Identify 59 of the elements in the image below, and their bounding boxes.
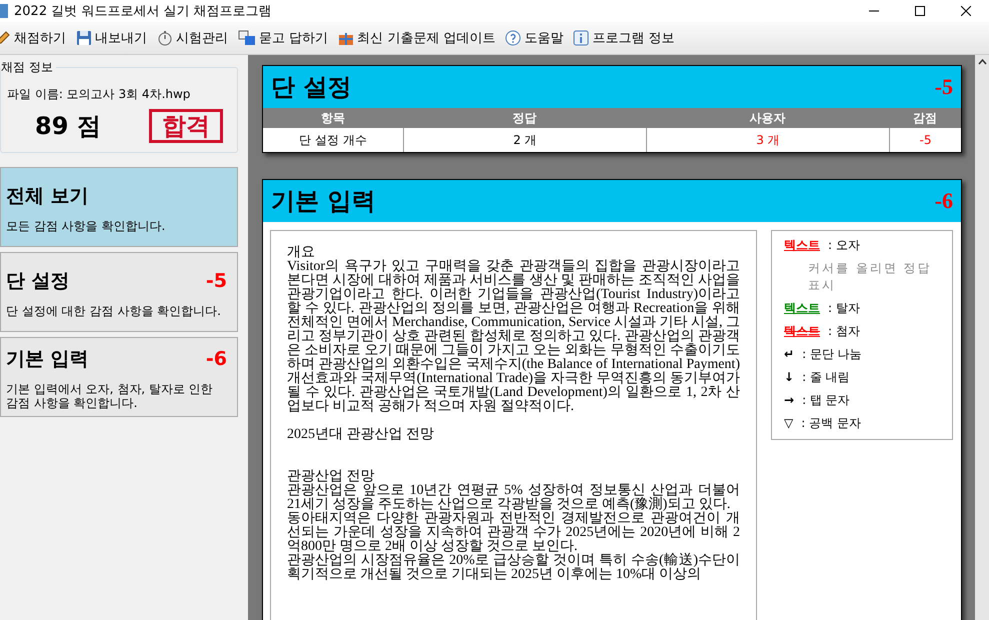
legend-label: : 첨자 [828, 323, 860, 340]
legend-label: : 줄 내림 [802, 369, 850, 386]
column-header: 항목 [263, 108, 403, 128]
document-paragraph: 동아태지역은 다양한 관광자원과 전반적인 경제발전으로 관광여건이 개선되는 가운데 성장을 지속하여 관광객 수가 2025년에는 2020년에 비해 2억800만 명으로 2배 이상 성장할 것으로 보인다. [287, 512, 740, 554]
legend-label: : 탭 문자 [802, 392, 850, 409]
document-paragraph: 개요 [287, 246, 315, 260]
legend-sample: 텍스트 [784, 237, 820, 254]
toolbar-button[interactable]: 시험관리 [157, 29, 228, 47]
legend-sample: 텍스트 [784, 300, 820, 317]
window-title: 2022 길벗 워드프로세서 실기 채점프로그램 [14, 3, 273, 20]
chat-icon [238, 30, 256, 46]
table-cell: 2 개 [403, 128, 646, 152]
nav-item[interactable]: 전체 보기 모든 감점 사항을 확인합니다. [0, 167, 238, 247]
toolbar-button[interactable]: 내보내기 [76, 29, 147, 47]
table-cell: -5 [889, 128, 961, 152]
table-cell-text: 단 설정 개수 [298, 132, 368, 149]
document-paragraph: 관광산업은 앞으로 10년간 연평균 5% 성장하여 정보통신 산업과 더불어 21세기 성장을 주도하는 산업으로 각광받을 것으로 예측(豫測)되고 있다. [287, 484, 740, 512]
legend-sample: ▽ [784, 416, 794, 430]
pass-stamp: 합격 [149, 109, 223, 143]
column-header: 감점 [889, 108, 961, 128]
legend-label: : 문단 나눔 [802, 346, 862, 363]
legend-label: : 탈자 [828, 300, 860, 317]
document-paragraph: 관광산업의 시장점유율은 20%로 급상승할 것이며 특히 수송(輸送)수단이 획기적으로 개선될 것으로 기대되는 2025년 이후에는 10%대 이상의 [287, 554, 740, 582]
group-title: 채점 정보 [1, 59, 56, 76]
toolbar-button[interactable]: 최신 기출문제 업데이트 [338, 29, 496, 47]
gift-icon [338, 30, 354, 46]
close-icon[interactable] [961, 6, 971, 16]
deduction-score: -5 [934, 74, 953, 100]
legend-sample: ↓ [784, 370, 794, 384]
legend-label: : 오자 [828, 237, 860, 254]
column-header: 사용자 [646, 108, 889, 128]
document-paragraph: Visitor의 욕구가 있고 구매력을 갖춘 관광객들의 집합을 관광시장이라고 본다면 시장에 대하여 제품과 서비스를 생산 및 판매하는 조직적인 사업을 관광기업이라고 한다. 이러한 기업들을 관광산업(Tourist Industry)이라고 할 수 있다. 관광산업의 정의를 보면, 관광산업은 여행과 Recreation을 위해 전체적인 면에서 Merchandise, Communication, Service 시설과 기타 시설, 그리고 정부기관이 상호 관련된 합성체로 정의하고 있다. 관광산업의 관광객은 소비자로 오기 때문에 그들이 가지고 오는 외화는 무형적인 수출이기도 하며 관광산업의 외환수입은 국제수지(the Balance of International Payment) 개선효과와 국제무역(International Trade)을 자극한 무역진흥의 동기부여가 될 수 있다. 관광산업은 국토개발(Land Development)의 일환으로 1, 2차 산업보다 비교적 공해가 적으며 자원 절약적이다. [287, 260, 740, 414]
toolbar-button[interactable]: 도움말 [505, 29, 564, 47]
column-header: 정답 [403, 108, 646, 128]
chevron-up-icon[interactable] [978, 59, 986, 65]
legend-sample: → [784, 393, 794, 407]
legend-sample: 텍스트 [784, 323, 820, 340]
maximize-icon[interactable] [915, 6, 925, 16]
nav-item[interactable]: 단 설정 -5 단 설정에 대한 감점 사항을 확인합니다. [0, 252, 238, 332]
toolbar-button[interactable]: 프로그램 정보 [573, 29, 675, 47]
toolbar-button[interactable]: 채점하기 [0, 29, 66, 47]
section-title: 기본 입력 [271, 185, 376, 217]
section-title: 단 설정 [271, 71, 352, 103]
legend-sample: ↵ [784, 347, 794, 361]
score: 89 점 [35, 111, 101, 142]
file-name: 파일 이름: 모의고사 3회 4차.hwp [7, 86, 192, 103]
app-icon [0, 4, 8, 18]
table-cell: 3 개 [646, 128, 889, 152]
document-paragraph: 관광산업 전망 [287, 470, 374, 484]
help-icon [505, 30, 522, 46]
legend-note: 커서를 올리면 정답 표시 [807, 260, 933, 294]
document-paragraph: 2025년대 관광산업 전망 [287, 428, 435, 442]
toolbar-button[interactable]: 묻고 답하기 [238, 29, 328, 47]
legend-label: : 공백 문자 [801, 415, 861, 432]
info-icon [573, 30, 590, 46]
stopwatch-icon [157, 30, 173, 46]
nav-item[interactable]: 기본 입력 -6 기본 입력에서 오자, 첨자, 탈자로 인한 감점 사항을 확인합니다. [0, 337, 238, 417]
scrollbar[interactable] [975, 55, 989, 620]
deduction-score: -6 [934, 188, 953, 214]
